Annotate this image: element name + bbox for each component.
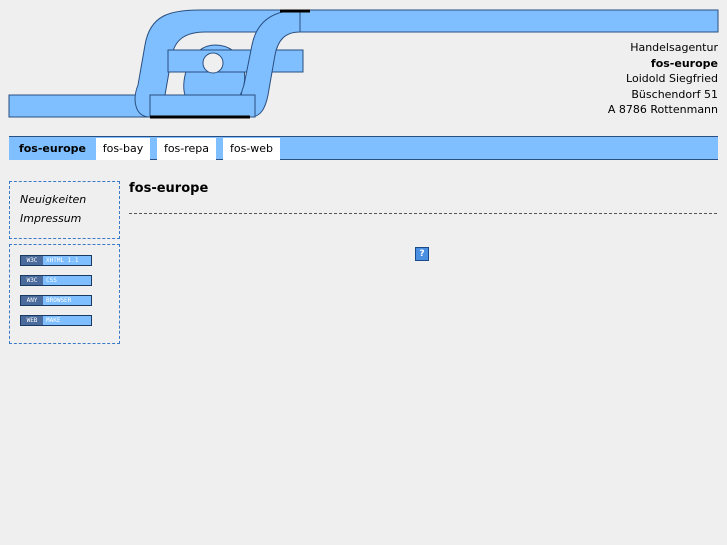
sidebar-link-neuigkeiten[interactable]: Neuigkeiten	[20, 193, 86, 206]
address-block: Handelsagentur fos-europe Loidold Siegfr…	[608, 40, 718, 118]
badge-right-label: BROWSER	[46, 297, 72, 304]
address-line: Büschendorf 51	[631, 87, 718, 101]
w3c-xhtml-badge[interactable]: W3C XHTML 1.1	[20, 255, 92, 266]
header: Handelsagentur fos-europe Loidold Siegfr…	[0, 0, 727, 125]
badge-right-label: CSS	[46, 277, 57, 284]
tab-fos-web[interactable]: fos-web	[223, 138, 280, 160]
badge-left-label: W3C	[21, 256, 43, 265]
divider	[129, 213, 717, 214]
web-make-badge[interactable]: WEB MAKE	[20, 315, 92, 326]
tab-fos-europe[interactable]: fos-europe	[9, 138, 96, 160]
sidebar-menu: Neuigkeiten Impressum	[9, 181, 120, 239]
w3c-css-badge[interactable]: W3C CSS	[20, 275, 92, 286]
badge-left-label: W3C	[21, 276, 43, 285]
address-line-company: fos-europe	[650, 56, 718, 70]
address-line: A 8786 Rottenmann	[607, 103, 718, 116]
badge-right-label: MAKE	[46, 317, 61, 324]
sidebar-badges: W3C XHTML 1.1 W3C CSS ANY BROWSER WEB MA…	[9, 244, 120, 344]
sidebar-link-impressum[interactable]: Impressum	[20, 212, 81, 225]
tab-fos-repa[interactable]: fos-repa	[157, 138, 216, 160]
tab-fos-bay[interactable]: fos-bay	[96, 138, 150, 160]
badge-left-label: WEB	[21, 316, 43, 325]
any-browser-badge[interactable]: ANY BROWSER	[20, 295, 92, 306]
badge-left-label: ANY	[21, 296, 43, 305]
address-line: Loidold Siegfried	[626, 72, 718, 85]
page-title: fos-europe	[129, 181, 209, 196]
badge-right-label: XHTML 1.1	[46, 257, 79, 264]
help-icon[interactable]: ?	[415, 247, 429, 261]
address-line: Handelsagentur	[630, 41, 718, 54]
nav-bar: fos-europe fos-bay fos-repa fos-web	[9, 136, 718, 160]
